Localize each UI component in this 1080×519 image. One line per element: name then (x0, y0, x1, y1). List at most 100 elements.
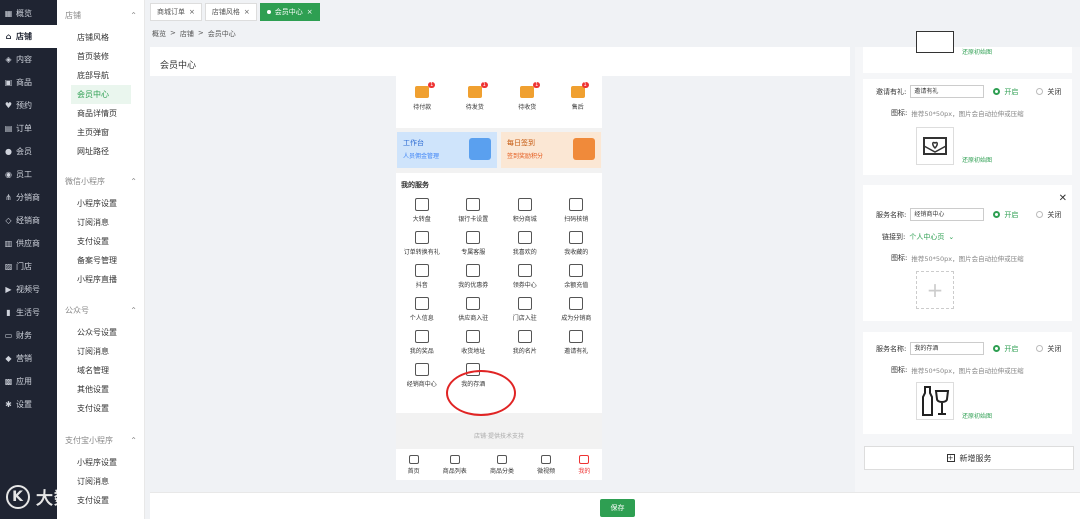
close-icon[interactable]: ✕ (1059, 193, 1067, 204)
checkin-banner[interactable]: 每日签到 签到奖励积分 (501, 132, 601, 168)
subnav-section-header[interactable]: 支付宝小程序 ⌃ (57, 435, 145, 446)
service-item[interactable]: 专属客服 (448, 231, 500, 256)
upload-plus-icon[interactable]: + (916, 271, 954, 309)
service-item[interactable]: 个人信息 (396, 297, 448, 322)
sidebar-item[interactable]: ♥ 预约 (0, 94, 57, 117)
sidebar-item[interactable]: ◆ 营销 (0, 347, 57, 370)
service-item[interactable]: 我的存酒 (448, 363, 500, 388)
service-item[interactable]: 大转盘 (396, 198, 448, 223)
subnav-item[interactable]: 会员中心 (71, 85, 131, 104)
order-status-item[interactable]: 1 待收货 (518, 82, 541, 111)
service-image[interactable] (916, 127, 954, 165)
restore-link[interactable]: 还原初始图 (962, 155, 992, 164)
close-icon[interactable]: × (307, 8, 313, 16)
phone-tab[interactable]: 商品列表 (443, 455, 467, 480)
service-item[interactable]: 经销商中心 (396, 363, 448, 388)
service-item[interactable]: 我的奖品 (396, 330, 448, 355)
subnav-item[interactable]: 公众号设置 (57, 323, 145, 342)
sidebar-item[interactable]: ▨ 门店 (0, 255, 57, 278)
sidebar-item[interactable]: ◈ 内容 (0, 48, 57, 71)
service-item[interactable]: 积分商城 (499, 198, 551, 223)
radio-off[interactable] (1036, 345, 1044, 352)
subnav-section-header[interactable]: 店铺 ⌃ (57, 10, 145, 21)
save-button[interactable]: 保存 (600, 499, 635, 517)
sidebar-item[interactable]: ▮ 生活号 (0, 301, 57, 324)
subnav-item[interactable]: 小程序设置 (57, 194, 145, 213)
sidebar-item[interactable]: ◇ 经销商 (0, 209, 57, 232)
service-item[interactable]: 余额充值 (551, 264, 603, 289)
service-item[interactable]: 邀请有礼 (551, 330, 603, 355)
service-item[interactable]: 订单转换有礼 (396, 231, 448, 256)
subnav-item[interactable]: 支付设置 (57, 399, 145, 418)
sidebar-item[interactable]: ▩ 应用 (0, 370, 57, 393)
subnav-item[interactable]: 店铺风格 (57, 28, 145, 47)
service-item[interactable]: 门店入驻 (499, 297, 551, 322)
close-icon[interactable]: × (244, 8, 250, 16)
subnav-item[interactable]: 首页装修 (57, 47, 145, 66)
order-status-item[interactable]: 1 待发货 (466, 82, 488, 111)
phone-tab[interactable]: 我的 (578, 455, 590, 480)
subnav-item[interactable]: 其他设置 (57, 380, 145, 399)
service-item[interactable]: 抖音 (396, 264, 448, 289)
subnav-item[interactable]: 网址路径 (57, 142, 145, 161)
close-icon[interactable]: × (189, 8, 195, 16)
link-select[interactable]: 个人中心页 (909, 232, 944, 242)
service-image[interactable] (916, 382, 954, 420)
sidebar-item[interactable]: ● 会员 (0, 140, 57, 163)
phone-tab[interactable]: 商品分类 (490, 455, 514, 480)
workbench-banner[interactable]: 工作台 人员佣金管理 (397, 132, 497, 168)
tab[interactable]: 店铺风格 × (204, 3, 257, 21)
service-item[interactable]: 扫码核销 (551, 198, 603, 223)
subnav-item[interactable]: 域名管理 (57, 361, 145, 380)
sidebar-item[interactable]: ⋔ 分销商 (0, 186, 57, 209)
service-item[interactable]: 我的优惠券 (448, 264, 500, 289)
service-item[interactable]: 供应商入驻 (448, 297, 500, 322)
subnav-item[interactable]: 底部导航 (57, 66, 145, 85)
subnav-item[interactable]: 支付设置 (57, 491, 145, 510)
order-status-item[interactable]: 1 待付款 (413, 82, 436, 111)
phone-tab[interactable]: 首页 (408, 455, 420, 480)
subnav-item[interactable]: 订阅消息 (57, 472, 145, 491)
breadcrumb-item[interactable]: 概览 (152, 29, 166, 39)
subnav-item[interactable]: 订阅消息 (57, 213, 145, 232)
service-item[interactable]: 我的名片 (499, 330, 551, 355)
service-name-input[interactable]: 经销商中心 (910, 208, 985, 221)
service-item[interactable]: 领券中心 (499, 264, 551, 289)
service-item[interactable]: 我喜欢的 (499, 231, 551, 256)
sidebar-item[interactable]: ▣ 商品 (0, 71, 57, 94)
subnav-item[interactable]: 小程序直播 (57, 270, 145, 289)
tab[interactable]: 商城订单 × (150, 3, 202, 21)
radio-on[interactable] (993, 345, 1001, 352)
radio-off[interactable] (1036, 211, 1044, 218)
sidebar-item[interactable]: ⌂ 店铺 (0, 25, 57, 48)
subnav-item[interactable]: 备案号管理 (57, 251, 145, 270)
subnav-item[interactable]: 支付设置 (57, 232, 145, 251)
sidebar-item[interactable]: ▭ 财务 (0, 324, 57, 347)
subnav-item[interactable]: 商品详情页 (57, 104, 145, 123)
restore-link[interactable]: 还原初始图 (962, 411, 992, 420)
service-name-input[interactable]: 邀请有礼 (910, 85, 985, 98)
radio-off[interactable] (1036, 88, 1044, 95)
sidebar-item[interactable]: ▦ 概览 (0, 2, 57, 25)
breadcrumb-item[interactable]: 店铺 (180, 29, 194, 39)
radio-on[interactable] (993, 88, 1001, 95)
tab[interactable]: 会员中心 × (259, 3, 320, 21)
subnav-section-header[interactable]: 公众号 ⌃ (57, 305, 145, 316)
radio-on[interactable] (993, 211, 1001, 218)
service-image[interactable] (916, 31, 954, 53)
service-item[interactable]: 银行卡设置 (448, 198, 500, 223)
sidebar-item[interactable]: ◉ 员工 (0, 163, 57, 186)
subnav-item[interactable]: 订阅消息 (57, 342, 145, 361)
subnav-item[interactable]: 小程序设置 (57, 453, 145, 472)
order-status-item[interactable]: 1 售后 (570, 82, 589, 111)
service-name-input[interactable]: 我的存酒 (910, 342, 985, 355)
service-item[interactable]: 我收藏的 (551, 231, 603, 256)
subnav-item[interactable]: 主页弹窗 (57, 123, 145, 142)
service-item[interactable]: 成为分销商 (551, 297, 603, 322)
sidebar-item[interactable]: ▶ 视频号 (0, 278, 57, 301)
service-item[interactable]: 收货地址 (448, 330, 500, 355)
subnav-section-header[interactable]: 微信小程序 ⌃ (57, 176, 145, 187)
sidebar-item[interactable]: ▥ 供应商 (0, 232, 57, 255)
sidebar-item[interactable]: ▤ 订单 (0, 117, 57, 140)
add-service-button[interactable]: + 新增服务 (864, 446, 1074, 470)
